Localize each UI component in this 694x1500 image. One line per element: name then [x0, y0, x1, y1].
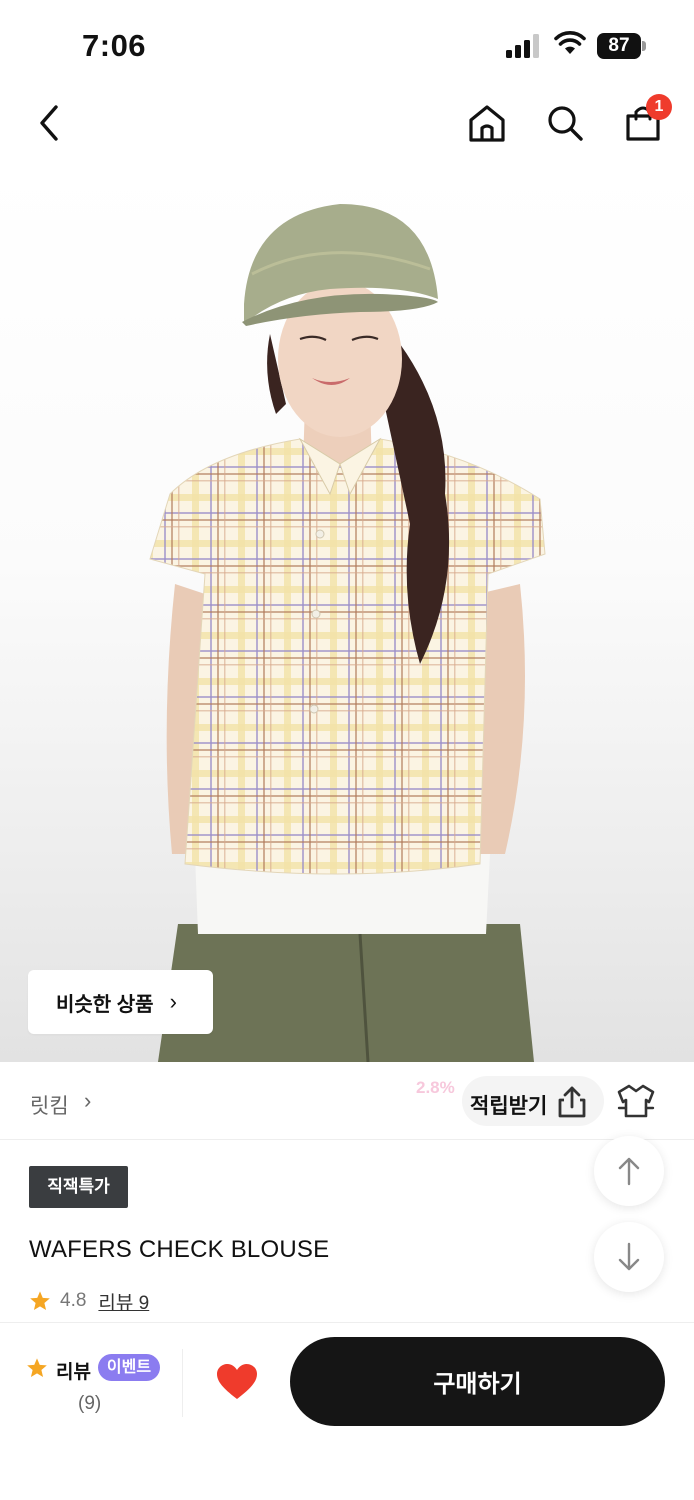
- review-link[interactable]: 리뷰 9: [98, 1288, 149, 1315]
- bottom-action-bar: 리뷰 이벤트 (9) 구매하기: [0, 1322, 694, 1500]
- chevron-left-icon: [40, 105, 58, 141]
- star-icon: [27, 1358, 47, 1377]
- battery-indicator: 87: [597, 33, 647, 59]
- rating-value: 4.8: [60, 1290, 87, 1311]
- chevron-right-icon[interactable]: ›: [84, 1088, 91, 1114]
- review-count: (9): [78, 1393, 102, 1414]
- buy-button[interactable]: 구매하기: [290, 1337, 665, 1426]
- scroll-to-top-button[interactable]: [594, 1136, 664, 1206]
- divider: [182, 1349, 183, 1417]
- rating-row: 4.8 리뷰 9: [29, 1288, 149, 1314]
- arrow-down-icon: [618, 1242, 640, 1271]
- product-title: WAFERS CHECK BLOUSE: [29, 1236, 330, 1263]
- chevron-right-icon: ›: [169, 989, 177, 1014]
- points-rate: 2.8%: [416, 1078, 455, 1097]
- home-button[interactable]: [460, 96, 514, 150]
- like-button[interactable]: [214, 1359, 260, 1405]
- event-badge: 이벤트: [98, 1354, 160, 1381]
- deal-badge: 직잭특가: [29, 1166, 128, 1208]
- similar-products-label: 비슷한 상품: [56, 993, 154, 1016]
- cellular-signal-icon: [506, 34, 539, 58]
- search-icon: [548, 106, 583, 141]
- review-label: 리뷰: [56, 1362, 91, 1383]
- arrow-up-icon: [618, 1157, 640, 1186]
- battery-tip: [642, 41, 646, 51]
- product-image[interactable]: [0, 164, 694, 1062]
- similar-products-button[interactable]: 비슷한 상품 ›: [28, 970, 213, 1034]
- points-label[interactable]: 적립받기: [470, 1090, 547, 1120]
- brand-name[interactable]: 릿킴: [30, 1090, 69, 1120]
- wifi-icon: [554, 31, 586, 54]
- star-icon: [30, 1291, 50, 1310]
- battery-level: 87: [597, 33, 641, 59]
- shirt-icon: [617, 1084, 655, 1118]
- review-summary-button[interactable]: 리뷰 이벤트 (9): [26, 1353, 176, 1414]
- size-fit-button[interactable]: [614, 1080, 658, 1122]
- status-time: 7:06: [82, 28, 147, 63]
- status-bar: 7:06 87: [0, 0, 694, 84]
- share-icon: [558, 1086, 586, 1118]
- heart-icon: [217, 1364, 257, 1399]
- scroll-to-bottom-button[interactable]: [594, 1222, 664, 1292]
- brand-row: 릿킴 › 2.8% 적립받기: [0, 1062, 694, 1140]
- top-navigation: [0, 84, 694, 164]
- share-button[interactable]: [552, 1082, 592, 1122]
- search-button[interactable]: [538, 96, 592, 150]
- back-button[interactable]: [22, 96, 76, 150]
- cart-count-badge: 1: [646, 94, 672, 120]
- model-photo: [149, 204, 546, 1062]
- home-icon: [469, 105, 505, 142]
